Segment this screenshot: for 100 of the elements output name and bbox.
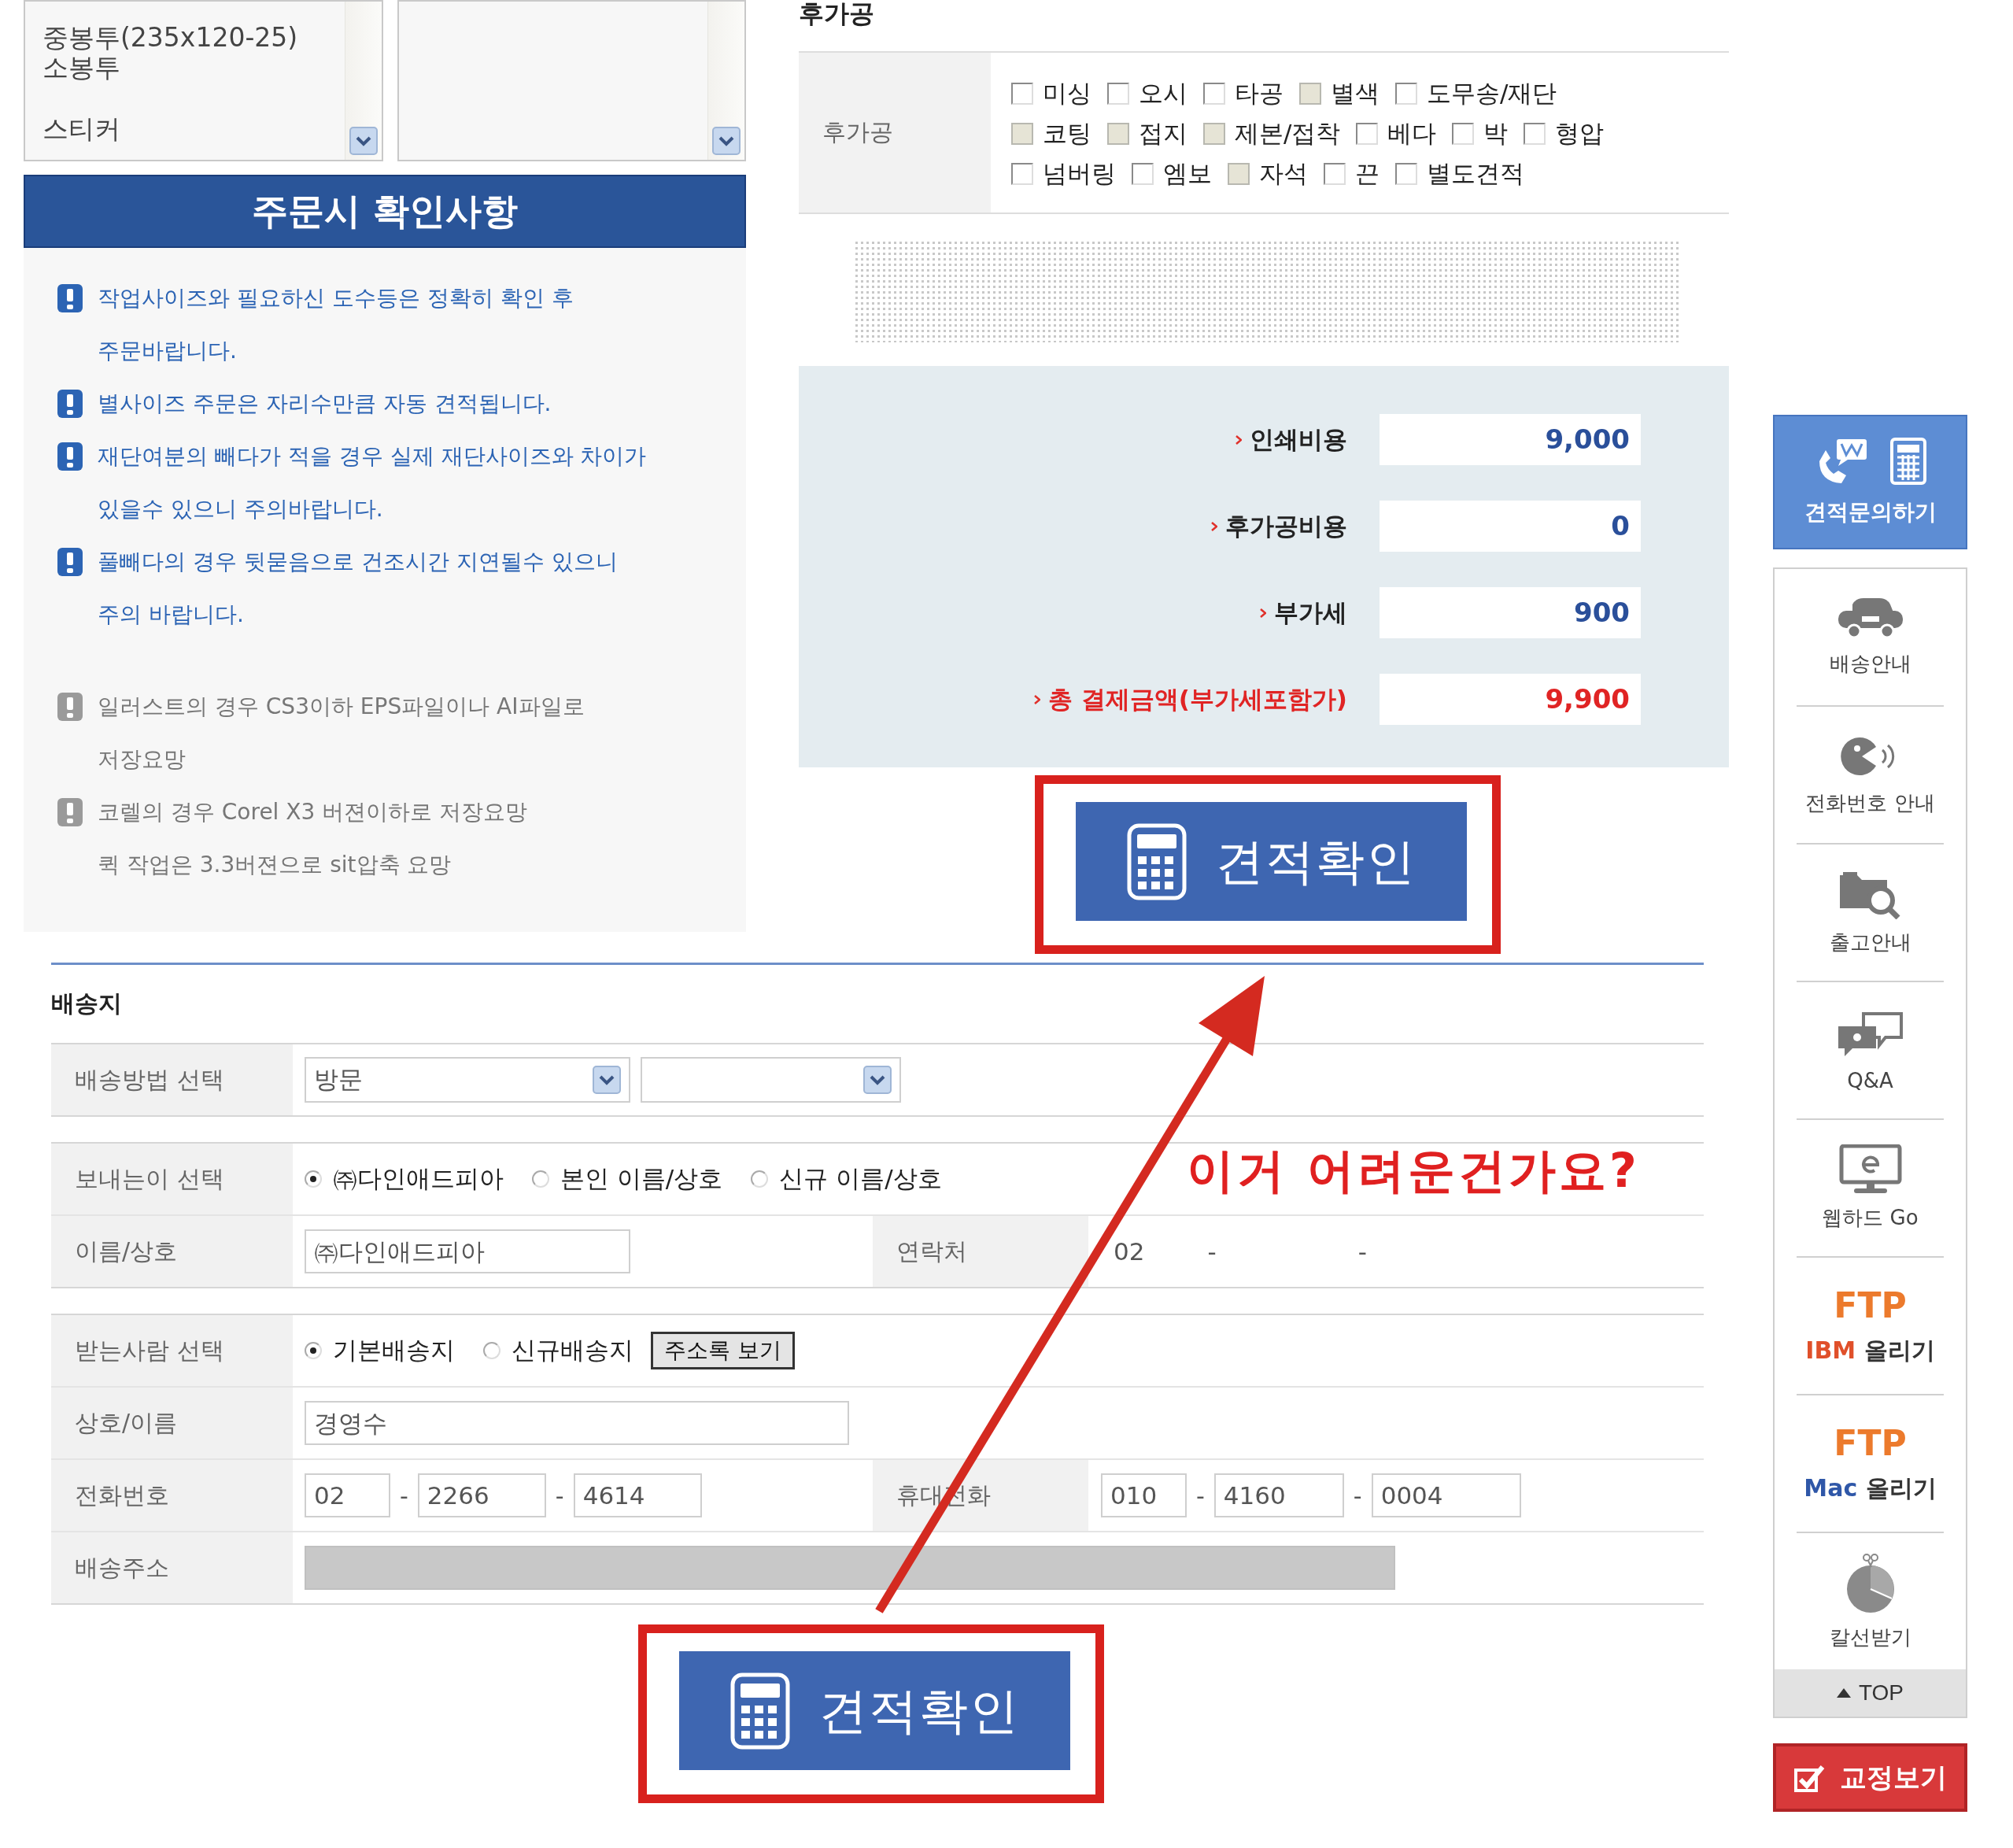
separator-text: - — [1196, 1481, 1205, 1510]
quick-menu-item[interactable]: Q&A — [1797, 981, 1944, 1118]
radio-button[interactable] — [751, 1170, 769, 1188]
checkbox-label[interactable]: 도무송/재단 — [1427, 76, 1557, 110]
quick-menu-label: 출고안내 — [1829, 930, 1911, 955]
up-triangle-icon — [1836, 1688, 1851, 1698]
checkbox[interactable] — [1011, 82, 1033, 105]
quick-menu-label: IBM 올리기 — [1805, 1335, 1935, 1366]
list-option[interactable]: 중봉투(235x120-25) — [42, 23, 298, 53]
checkbox[interactable] — [1107, 82, 1129, 105]
checkbox-label[interactable]: 별도견적 — [1427, 157, 1524, 190]
bullet-icon — [1211, 521, 1217, 531]
cost-value: 0 — [1380, 501, 1641, 552]
annotation-text: 이거 어려운건가요? — [1187, 1142, 1640, 1199]
input-field[interactable]: 2266 — [417, 1473, 546, 1517]
checkbox[interactable] — [1395, 82, 1417, 105]
checkbox-label[interactable]: 형압 — [1555, 116, 1605, 150]
cost-label: 후가공비용 — [1225, 510, 1347, 541]
option-list[interactable]: 중봉투(235x120-25) 소봉투 스티커 — [24, 0, 383, 161]
separator-text: - — [1357, 1237, 1367, 1266]
radio-label[interactable]: ㈜다인애드피아 — [333, 1162, 504, 1196]
separator-text: - — [1353, 1481, 1362, 1510]
checkbox[interactable] — [1132, 162, 1154, 185]
exclamation-icon — [57, 442, 83, 471]
checkbox-label[interactable]: 베다 — [1387, 116, 1437, 150]
checkbox[interactable] — [1011, 162, 1033, 185]
cost-label: 부가세 — [1274, 597, 1347, 628]
checkbox-label: 별색 — [1331, 77, 1380, 109]
checkbox-label[interactable]: 넘버링 — [1043, 157, 1116, 190]
checkbox-label[interactable]: 미싱 — [1043, 76, 1091, 110]
quote-button[interactable]: 견적확인 — [679, 1651, 1070, 1770]
bullet-icon — [1033, 694, 1040, 704]
ftp-title: FTP — [1834, 1284, 1907, 1325]
notice-text: 작업사이즈와 필요하신 도수등은 정확히 확인 후 주문바랍니다. — [98, 284, 574, 365]
scrollbar[interactable] — [345, 2, 382, 160]
bullet-icon — [1260, 608, 1266, 618]
list-option[interactable]: 소봉투 — [42, 53, 120, 83]
input-field[interactable]: 경영수 — [305, 1401, 849, 1445]
exclamation-icon — [57, 390, 83, 418]
checkbox-label[interactable]: 타공 — [1235, 76, 1284, 110]
quick-menu-item[interactable]: 출고안내 — [1797, 843, 1944, 981]
section-header: 주문시 확인사항 — [24, 175, 746, 248]
checkbox[interactable] — [1524, 122, 1546, 145]
checkbox[interactable] — [1356, 122, 1379, 145]
row-label: 배송방법 선택 — [75, 1064, 224, 1095]
radio-label[interactable]: 기본배송지 — [333, 1334, 455, 1367]
quick-menu-item[interactable]: 전화번호 안내 — [1797, 705, 1944, 843]
quick-menu-item[interactable]: 칼선받기 — [1797, 1532, 1944, 1669]
notice-text: 코렐의 경우 Corel X3 버젼이하로 저장요망 퀵 작업은 3.3버젼으로 sit압축 요망 — [98, 798, 528, 879]
checkbox-label[interactable]: 오시 — [1139, 76, 1187, 110]
proofread-button[interactable]: 교정보기 — [1773, 1743, 1967, 1812]
quick-menu-label: 배송안내 — [1829, 651, 1911, 677]
checkbox-label[interactable]: 엠보 — [1163, 157, 1212, 190]
cost-label: 총 결제금액(부가세포함가) — [1047, 683, 1347, 715]
quote-button[interactable]: 견적확인 — [1076, 802, 1467, 921]
radio-label[interactable]: 신규배송지 — [512, 1334, 633, 1367]
quick-menu-item[interactable]: FTP IBM 올리기 — [1797, 1256, 1944, 1394]
radio-button[interactable] — [305, 1170, 322, 1188]
section-title: 배송지 — [51, 989, 123, 1018]
checkbox[interactable] — [1395, 162, 1417, 185]
quick-menu-label: Q&A — [1847, 1068, 1893, 1092]
radio-label[interactable]: 신규 이름/상호 — [779, 1162, 942, 1196]
row-label: 받는사람 선택 — [75, 1335, 224, 1366]
exclamation-icon — [57, 798, 83, 826]
quick-menu-item[interactable]: 배송안내 — [1797, 569, 1944, 705]
scroll-down-icon[interactable] — [349, 127, 378, 155]
row-label: 전화번호 — [75, 1480, 169, 1510]
checkbox[interactable] — [1324, 162, 1346, 185]
address-book-button[interactable]: 주소록 보기 — [651, 1332, 795, 1369]
separator-text: - — [555, 1481, 564, 1510]
separator-text: - — [1207, 1237, 1217, 1266]
checkbox[interactable] — [1203, 82, 1225, 105]
radio-button[interactable] — [483, 1342, 500, 1359]
radio-button[interactable] — [305, 1342, 322, 1359]
notice-text: 재단여분의 빼다가 적을 경우 실제 재단사이즈와 차이가 있을수 있으니 주의바랍니다. — [98, 442, 647, 523]
scroll-down-icon[interactable] — [712, 127, 741, 155]
radio-label[interactable]: 본인 이름/상호 — [560, 1162, 723, 1196]
row-label: 상호/이름 — [75, 1407, 178, 1438]
quick-menu-label: 칼선받기 — [1829, 1624, 1911, 1650]
input-field[interactable]: 4160 — [1213, 1473, 1344, 1517]
input-field[interactable]: 4614 — [573, 1473, 702, 1517]
brand-text: Mac — [1804, 1473, 1858, 1502]
input-field[interactable]: 010 — [1101, 1473, 1187, 1517]
checkbox[interactable] — [1452, 122, 1475, 145]
input-field[interactable]: 0004 — [1371, 1473, 1521, 1517]
checkbox-icon — [1793, 1763, 1826, 1792]
quick-menu-item[interactable]: 웹하드 Go — [1797, 1118, 1944, 1256]
scrollbar[interactable] — [707, 2, 744, 160]
dropdown[interactable]: 방문 — [305, 1057, 630, 1103]
checkbox-label[interactable]: 끈 — [1355, 157, 1380, 190]
top-button[interactable]: TOP — [1775, 1669, 1966, 1717]
calculator-icon — [729, 1672, 790, 1750]
input-field[interactable]: 02 — [305, 1473, 390, 1517]
calculator-icon — [1126, 822, 1187, 900]
list-option[interactable]: 스티커 — [42, 114, 120, 144]
quick-menu-label: 웹하드 Go — [1822, 1205, 1919, 1231]
radio-button[interactable] — [532, 1170, 549, 1188]
checkbox-label[interactable]: 박 — [1483, 116, 1509, 150]
quick-menu-item[interactable]: FTP Mac 올리기 — [1797, 1394, 1944, 1532]
input-field[interactable]: ㈜다인애드피아 — [305, 1229, 630, 1273]
